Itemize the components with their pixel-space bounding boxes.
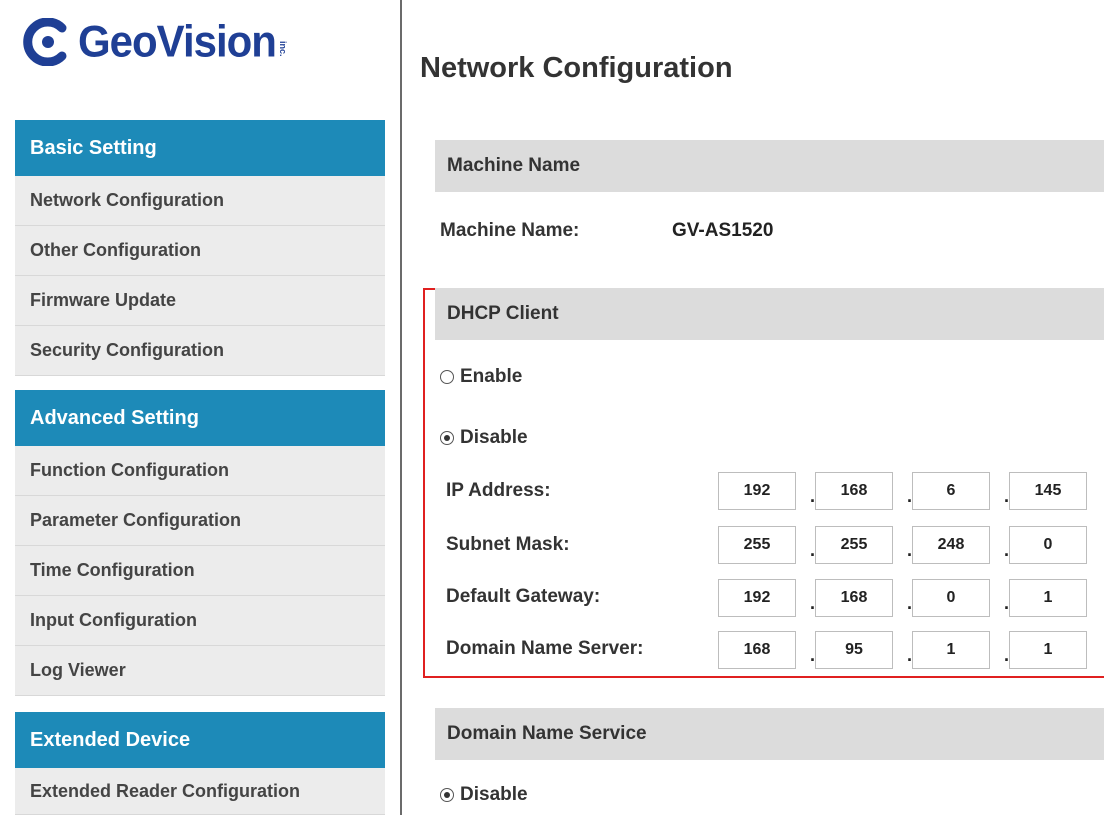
subnet-mask-octet-3[interactable] [912,526,990,564]
subnet-mask-octet-4[interactable] [1009,526,1087,564]
subnet-mask-label: Subnet Mask: [446,534,570,555]
sidebar-item-log-viewer[interactable]: Log Viewer [15,646,385,696]
dhcp-client-header: DHCP Client [435,288,1104,340]
subnet-mask-octet-2[interactable] [815,526,893,564]
machine-name-header: Machine Name [435,140,1104,192]
dhcp-disable-label: Disable [460,427,528,448]
default-gateway-octet-1[interactable] [718,579,796,617]
ip-address-label: IP Address: [446,480,551,501]
geovision-logo: GeoVision inc. [22,12,288,72]
brand-inc: inc. [277,41,288,57]
ip-address-octet-3[interactable] [912,472,990,510]
dhcp-enable-radio[interactable]: Enable [440,366,522,388]
domain-name-server-octet-1[interactable] [718,631,796,669]
domain-name-server-octet-4[interactable] [1009,631,1087,669]
default-gateway-octet-4[interactable] [1009,579,1087,617]
sidebar-item-time-configuration[interactable]: Time Configuration [15,546,385,596]
subnet-mask-octet-1[interactable] [718,526,796,564]
default-gateway-label: Default Gateway: [446,586,601,607]
sidebar-item-parameter-configuration[interactable]: Parameter Configuration [15,496,385,546]
sidebar-item-firmware-update[interactable]: Firmware Update [15,276,385,326]
radio-unchecked-icon [440,370,454,384]
section-header-basic-setting: Basic Setting [15,120,385,176]
dns-service-disable-label: Disable [460,784,528,805]
dhcp-disable-radio[interactable]: Disable [440,427,528,449]
sidebar-item-security-configuration[interactable]: Security Configuration [15,326,385,376]
domain-name-server-octet-3[interactable] [912,631,990,669]
sidebar-item-input-configuration[interactable]: Input Configuration [15,596,385,646]
default-gateway-octet-3[interactable] [912,579,990,617]
radio-checked-icon [440,788,454,802]
ip-address-octet-1[interactable] [718,472,796,510]
sidebar: GeoVision inc. Basic Setting Network Con… [0,0,400,815]
dns-service-disable-radio[interactable]: Disable [440,784,528,806]
domain-name-server-label: Domain Name Server: [446,638,644,659]
geovision-logo-icon [22,17,70,67]
sidebar-item-extended-reader-configuration[interactable]: Extended Reader Configuration [15,768,385,815]
machine-name-value: GV-AS1520 [672,220,774,241]
sidebar-item-other-configuration[interactable]: Other Configuration [15,226,385,276]
section-header-advanced-setting: Advanced Setting [15,390,385,446]
ip-address-octet-4[interactable] [1009,472,1087,510]
sidebar-item-function-configuration[interactable]: Function Configuration [15,446,385,496]
machine-name-label: Machine Name: [440,220,580,241]
brand-name: GeoVision [78,16,277,67]
ip-address-octet-2[interactable] [815,472,893,510]
domain-name-server-octet-2[interactable] [815,631,893,669]
domain-name-service-header: Domain Name Service [435,708,1104,760]
sidebar-divider [400,0,402,815]
radio-checked-icon [440,431,454,445]
default-gateway-octet-2[interactable] [815,579,893,617]
sidebar-item-network-configuration[interactable]: Network Configuration [15,176,385,226]
page-title: Network Configuration [420,52,733,84]
section-header-extended-device: Extended Device [15,712,385,768]
dhcp-enable-label: Enable [460,366,523,387]
